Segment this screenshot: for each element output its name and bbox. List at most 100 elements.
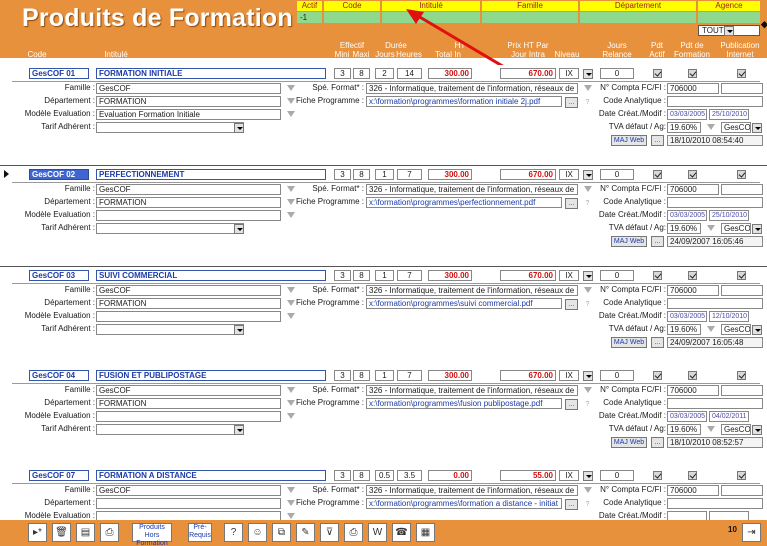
- record-mini[interactable]: 3: [334, 370, 351, 381]
- compta-extra-field[interactable]: [721, 184, 763, 195]
- record-prix-inter[interactable]: 300.00: [428, 370, 472, 381]
- browse-fiche-button[interactable]: ...: [565, 97, 578, 108]
- record-maxi[interactable]: 8: [353, 470, 370, 481]
- maj-web-button[interactable]: MAJ Web: [611, 135, 647, 146]
- tarif-chevron-down-icon[interactable]: [234, 325, 244, 335]
- maj-web-more-button[interactable]: ...: [651, 135, 664, 146]
- phone-button[interactable]: ☎: [392, 523, 411, 542]
- compta-field[interactable]: 706000: [667, 285, 719, 296]
- famille-lookup-arrow-icon[interactable]: [285, 83, 296, 94]
- pdt-formation-checkbox[interactable]: [688, 69, 697, 78]
- date-modification-field[interactable]: 25/10/2010: [709, 210, 749, 221]
- record-niveau[interactable]: IX: [559, 68, 579, 79]
- tva-field[interactable]: 19.60%: [667, 122, 701, 133]
- filter-button[interactable]: ⊽: [320, 523, 339, 542]
- tva-lookup-arrow-icon[interactable]: [705, 324, 716, 335]
- compta-field[interactable]: 706000: [667, 83, 719, 94]
- pdt-actif-checkbox[interactable]: [653, 471, 662, 480]
- compta-field[interactable]: 706000: [667, 184, 719, 195]
- record-niveau[interactable]: IX: [559, 370, 579, 381]
- record-maxi[interactable]: 8: [353, 169, 370, 180]
- export-button[interactable]: ✎: [296, 523, 315, 542]
- record-mini[interactable]: 3: [334, 470, 351, 481]
- fiche-programme-field[interactable]: x:\formation\programmes\perfectionnement…: [366, 197, 562, 208]
- tarif-adherent-select[interactable]: [96, 324, 244, 335]
- form-view-button[interactable]: ▤: [76, 523, 95, 542]
- niveau-chevron-down-icon[interactable]: [583, 471, 593, 481]
- niveau-chevron-down-icon[interactable]: [583, 271, 593, 281]
- publication-internet-checkbox[interactable]: [737, 271, 746, 280]
- modele-evaluation-field[interactable]: Evaluation Formation Initiale: [96, 109, 281, 120]
- pdt-formation-checkbox[interactable]: [688, 170, 697, 179]
- tarif-chevron-down-icon[interactable]: [234, 123, 244, 133]
- compta-extra-field[interactable]: [721, 285, 763, 296]
- agence-field[interactable]: GesCO: [721, 324, 751, 335]
- pre-requis-button[interactable]: Pré-Requis: [188, 523, 212, 542]
- famille-lookup-arrow-icon[interactable]: [285, 385, 296, 396]
- record-prix-inter[interactable]: 300.00: [428, 270, 472, 281]
- record-code[interactable]: GesCOF 04: [29, 370, 89, 381]
- agence-row-chevron-down-icon[interactable]: [752, 325, 762, 335]
- famille-lookup-arrow-icon[interactable]: [285, 285, 296, 296]
- spe-format-field[interactable]: 326 - Informatique, traitement de l'info…: [366, 184, 578, 195]
- record-code[interactable]: GesCOF 07: [29, 470, 89, 481]
- modele-lookup-arrow-icon[interactable]: [285, 109, 296, 120]
- compta-extra-field[interactable]: [721, 385, 763, 396]
- pdt-actif-checkbox[interactable]: [653, 170, 662, 179]
- maj-web-button[interactable]: MAJ Web: [611, 337, 647, 348]
- pdt-formation-checkbox[interactable]: [688, 371, 697, 380]
- agence-field[interactable]: GesCO: [721, 424, 751, 435]
- famille-field[interactable]: GesCOF: [96, 285, 281, 296]
- record-prix-inter[interactable]: 300.00: [428, 169, 472, 180]
- niveau-chevron-down-icon[interactable]: [583, 69, 593, 79]
- departement-field[interactable]: FORMATION: [96, 197, 281, 208]
- niveau-chevron-down-icon[interactable]: [583, 371, 593, 381]
- maj-web-more-button[interactable]: ...: [651, 337, 664, 348]
- record-jours-relance[interactable]: 0: [600, 370, 634, 381]
- modele-evaluation-field[interactable]: [96, 411, 281, 422]
- code-analytique-field[interactable]: [667, 498, 763, 509]
- record-heures[interactable]: 7: [397, 370, 422, 381]
- record-maxi[interactable]: 8: [353, 370, 370, 381]
- compta-field[interactable]: 706000: [667, 385, 719, 396]
- record-jours[interactable]: 1: [375, 270, 394, 281]
- tva-lookup-arrow-icon[interactable]: [705, 424, 716, 435]
- record-prix-intra[interactable]: 670.00: [500, 68, 556, 79]
- date-creation-field[interactable]: 03/03/2005: [667, 109, 707, 120]
- pdt-formation-checkbox[interactable]: [688, 471, 697, 480]
- help-question-icon[interactable]: ?: [583, 500, 592, 509]
- tva-field[interactable]: 19.60%: [667, 324, 701, 335]
- browse-fiche-button[interactable]: ...: [565, 399, 578, 410]
- produits-hors-formation-button[interactable]: Produits Hors Formation: [132, 523, 172, 546]
- maj-web-button[interactable]: MAJ Web: [611, 236, 647, 247]
- famille-lookup-arrow-icon[interactable]: [285, 485, 296, 496]
- pdt-formation-checkbox[interactable]: [688, 271, 697, 280]
- record-intitule[interactable]: FUSION ET PUBLIPOSTAGE: [96, 370, 326, 381]
- modele-evaluation-field[interactable]: [96, 210, 281, 221]
- record-mini[interactable]: 3: [334, 270, 351, 281]
- date-modification-field[interactable]: 25/10/2010: [709, 109, 749, 120]
- modele-evaluation-field[interactable]: [96, 311, 281, 322]
- fiche-programme-field[interactable]: x:\formation\programmes\formation a dist…: [366, 498, 562, 509]
- code-analytique-field[interactable]: [667, 398, 763, 409]
- record-jours-relance[interactable]: 0: [600, 470, 634, 481]
- famille-field[interactable]: GesCOF: [96, 385, 281, 396]
- modele-lookup-arrow-icon[interactable]: [285, 210, 296, 221]
- modele-lookup-arrow-icon[interactable]: [285, 411, 296, 422]
- record-heures[interactable]: 7: [397, 270, 422, 281]
- calendar-button[interactable]: ▦: [416, 523, 435, 542]
- record-prix-intra[interactable]: 670.00: [500, 370, 556, 381]
- departement-field[interactable]: FORMATION: [96, 298, 281, 309]
- spe-format-field[interactable]: 326 - Informatique, traitement de l'info…: [366, 285, 578, 296]
- tarif-chevron-down-icon[interactable]: [234, 425, 244, 435]
- date-creation-field[interactable]: 03/03/2005: [667, 411, 707, 422]
- record-intitule[interactable]: PERFECTIONNEMENT: [96, 169, 326, 180]
- record-mini[interactable]: 3: [334, 169, 351, 180]
- tva-lookup-arrow-icon[interactable]: [705, 223, 716, 234]
- tva-lookup-arrow-icon[interactable]: [705, 122, 716, 133]
- exit-button[interactable]: ⇥: [742, 523, 761, 542]
- departement-field[interactable]: [96, 498, 281, 509]
- record-niveau[interactable]: IX: [559, 169, 579, 180]
- record-code[interactable]: GesCOF 03: [29, 270, 89, 281]
- record-intitule[interactable]: SUIVI COMMERCIAL: [96, 270, 326, 281]
